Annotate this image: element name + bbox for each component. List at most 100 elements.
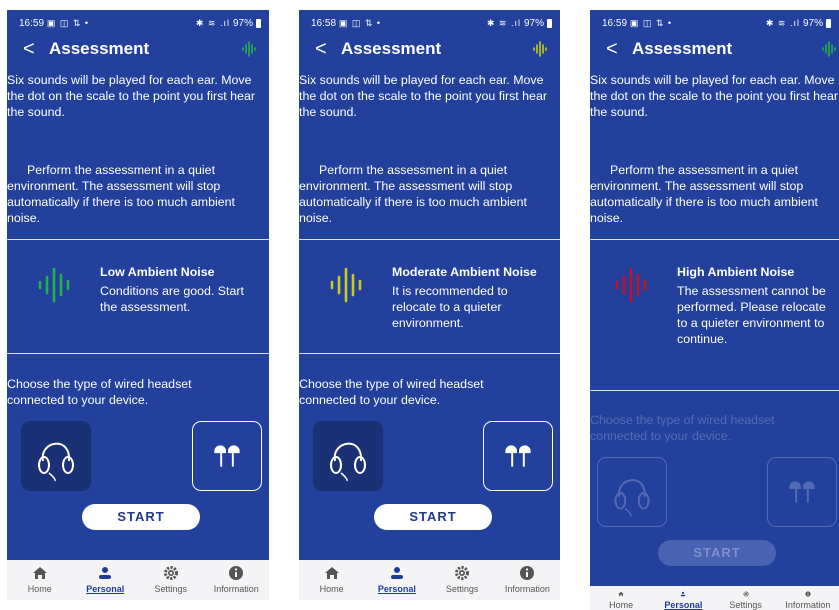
bottom-nav: Home Personal Settings Information bbox=[299, 560, 560, 600]
start-button[interactable]: START bbox=[374, 504, 492, 530]
quiet-environment-text: Perform the assessment in a quiet enviro… bbox=[590, 163, 818, 225]
instructions-text: Six sounds will be played for each ear. … bbox=[299, 73, 547, 119]
nav-information[interactable]: Information bbox=[495, 560, 560, 600]
nav-settings[interactable]: Settings bbox=[138, 560, 204, 600]
person-icon bbox=[99, 567, 112, 579]
sound-wave-icon bbox=[533, 41, 547, 57]
status-bar: 16:59 ▣ ◫ ⇅ • ✱ ≋ .ıl 97% bbox=[19, 16, 261, 30]
phone-screen-moderate-noise: 16:58 ▣ ◫ ⇅ • ✱ ≋ .ıl 97% < Assessment Si… bbox=[299, 10, 560, 600]
earbuds-option[interactable] bbox=[192, 421, 262, 491]
battery-level: 97% bbox=[802, 17, 823, 29]
headset-prompt: Choose the type of wired headset connect… bbox=[7, 377, 192, 407]
page-title: Assessment bbox=[341, 39, 442, 58]
sound-wave-icon bbox=[822, 41, 836, 57]
divider bbox=[7, 239, 269, 240]
battery-level: 97% bbox=[523, 17, 544, 29]
divider bbox=[299, 239, 560, 240]
battery-icon bbox=[547, 18, 552, 28]
divider bbox=[7, 353, 269, 354]
battery-icon bbox=[256, 18, 261, 28]
noise-level-title: Moderate Ambient Noise bbox=[392, 265, 537, 279]
earbuds-option bbox=[767, 457, 837, 527]
nav-home-label: Home bbox=[319, 584, 344, 594]
start-button: START bbox=[658, 540, 776, 566]
back-arrow-icon[interactable]: < bbox=[315, 34, 337, 64]
nav-personal[interactable]: Personal bbox=[652, 586, 714, 610]
app-header: < Assessment bbox=[7, 34, 269, 64]
over-ear-headphones-option bbox=[597, 457, 667, 527]
gear-icon bbox=[743, 591, 749, 597]
earbuds-icon bbox=[214, 445, 240, 467]
nav-information-label: Information bbox=[785, 600, 831, 610]
nav-settings-label: Settings bbox=[445, 584, 479, 594]
nav-information-label: Information bbox=[213, 584, 259, 594]
gear-icon bbox=[455, 566, 470, 580]
nav-settings[interactable]: Settings bbox=[430, 560, 495, 600]
noise-level-title: Low Ambient Noise bbox=[100, 265, 215, 279]
ambient-noise-icon bbox=[38, 267, 70, 303]
battery-level: 97% bbox=[232, 17, 253, 29]
nav-personal[interactable]: Personal bbox=[73, 560, 139, 600]
bottom-nav: Home Personal Settings Information bbox=[7, 560, 269, 600]
divider bbox=[590, 239, 839, 240]
noise-level-description: The assessment cannot be performed. Plea… bbox=[677, 284, 826, 346]
page-title: Assessment bbox=[49, 39, 150, 58]
home-icon bbox=[32, 567, 47, 579]
back-arrow-icon[interactable]: < bbox=[23, 34, 45, 64]
nav-settings-label: Settings bbox=[154, 584, 188, 594]
instructions-text: Six sounds will be played for each ear. … bbox=[590, 73, 838, 119]
over-ear-headphones-option[interactable] bbox=[313, 421, 383, 491]
info-icon bbox=[520, 566, 535, 580]
over-ear-headphones-icon bbox=[614, 479, 650, 517]
over-ear-headphones-icon bbox=[38, 442, 74, 482]
nav-home-label: Home bbox=[609, 600, 634, 610]
nav-home-label: Home bbox=[27, 584, 52, 594]
back-arrow-icon[interactable]: < bbox=[606, 34, 628, 64]
ambient-noise-icon bbox=[330, 267, 362, 303]
over-ear-headphones-icon bbox=[330, 442, 366, 482]
nav-settings[interactable]: Settings bbox=[715, 586, 777, 610]
instructions-text: Six sounds will be played for each ear. … bbox=[7, 73, 255, 119]
status-time: 16:59 bbox=[602, 17, 628, 29]
info-icon bbox=[229, 566, 244, 580]
status-bar: 16:59 ▣ ◫ ⇅ • ✱ ≋ .ıl 97% bbox=[602, 16, 831, 30]
divider bbox=[590, 390, 839, 391]
start-button[interactable]: START bbox=[82, 504, 200, 530]
quiet-environment-text: Perform the assessment in a quiet enviro… bbox=[299, 163, 527, 225]
nav-personal-label: Personal bbox=[664, 600, 703, 610]
bottom-nav: Home Personal Settings Information bbox=[590, 586, 839, 610]
nav-personal-label: Personal bbox=[377, 584, 416, 594]
noise-level-description: It is recommended to relocate to a quiet… bbox=[392, 284, 508, 330]
earbuds-icon bbox=[789, 481, 815, 503]
nav-personal[interactable]: Personal bbox=[364, 560, 429, 600]
noise-level-description: Conditions are good. Start the assessmen… bbox=[100, 284, 244, 314]
nav-home[interactable]: Home bbox=[299, 560, 364, 600]
sound-wave-icon bbox=[242, 41, 256, 57]
nav-information[interactable]: Information bbox=[777, 586, 839, 610]
earbuds-option[interactable] bbox=[483, 421, 553, 491]
phone-screen-high-noise: 16:59 ▣ ◫ ⇅ • ✱ ≋ .ıl 97% < Assessment Si… bbox=[590, 10, 839, 610]
noise-level-title: High Ambient Noise bbox=[677, 265, 795, 279]
status-time: 16:59 bbox=[19, 17, 45, 29]
app-header: < Assessment bbox=[590, 34, 839, 64]
headset-prompt: Choose the type of wired headset connect… bbox=[590, 413, 775, 443]
nav-home[interactable]: Home bbox=[7, 560, 73, 600]
nav-information-label: Information bbox=[504, 584, 550, 594]
home-icon bbox=[618, 591, 624, 597]
headset-prompt: Choose the type of wired headset connect… bbox=[299, 377, 484, 407]
over-ear-headphones-option[interactable] bbox=[21, 421, 91, 491]
app-header: < Assessment bbox=[299, 34, 560, 64]
person-icon bbox=[390, 567, 403, 579]
nav-home[interactable]: Home bbox=[590, 586, 652, 610]
page-title: Assessment bbox=[632, 39, 733, 58]
person-icon bbox=[681, 591, 686, 597]
info-icon bbox=[805, 591, 811, 597]
home-icon bbox=[324, 567, 339, 579]
nav-personal-label: Personal bbox=[86, 584, 125, 594]
ambient-noise-icon bbox=[615, 267, 647, 303]
status-bar: 16:58 ▣ ◫ ⇅ • ✱ ≋ .ıl 97% bbox=[311, 16, 552, 30]
phone-screen-low-noise: 16:59 ▣ ◫ ⇅ • ✱ ≋ .ıl 97% < Assessment Si… bbox=[7, 10, 269, 600]
status-time: 16:58 bbox=[311, 17, 337, 29]
nav-information[interactable]: Information bbox=[204, 560, 270, 600]
gear-icon bbox=[163, 566, 178, 580]
